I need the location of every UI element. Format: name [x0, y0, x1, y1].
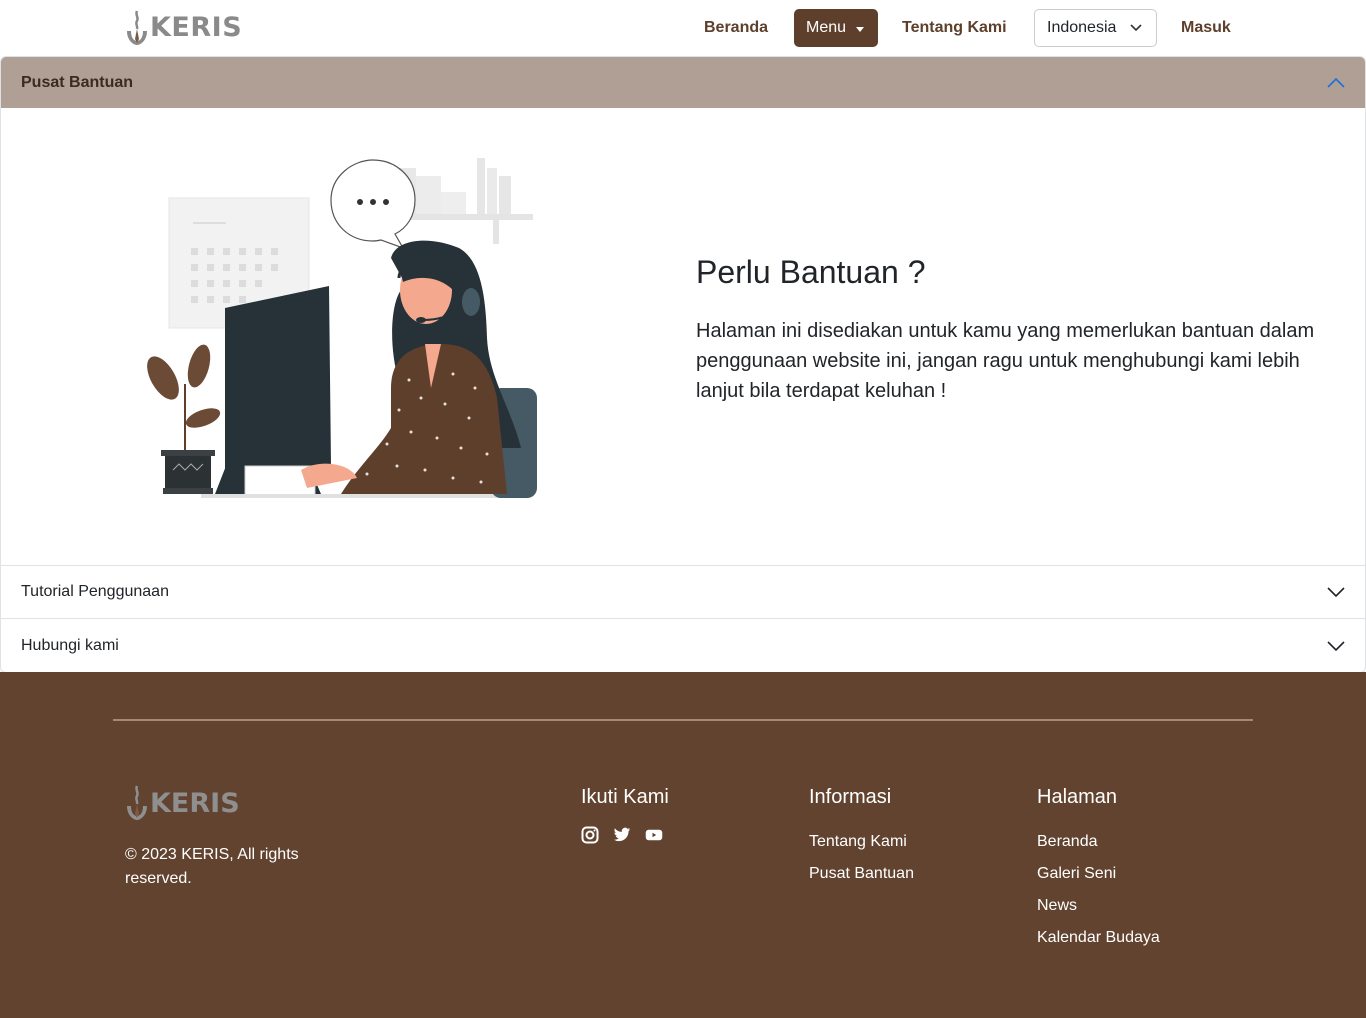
instagram-icon[interactable] — [581, 826, 599, 844]
accordion-title: Pusat Bantuan — [21, 73, 134, 91]
keris-logo-icon — [127, 785, 147, 820]
customer-support-illustration — [147, 158, 537, 498]
logo[interactable]: KERIS — [124, 8, 242, 48]
chevron-down-icon — [1327, 640, 1345, 651]
caret-down-icon — [856, 26, 865, 32]
accordion-body-help-center: Perlu Bantuan ? Halaman ini disediakan u… — [1, 108, 1365, 566]
accordion-title: Hubungi kami — [21, 636, 119, 654]
footer-logo[interactable]: KERIS — [124, 784, 240, 822]
footer-link-home[interactable]: Beranda — [1037, 826, 1160, 858]
footer: KERIS © 2023 KERIS, All rights reserved.… — [0, 672, 1366, 1018]
info-title: Informasi — [809, 786, 892, 808]
language-value: Indonesia — [1047, 19, 1117, 36]
footer-divider — [113, 719, 1253, 721]
social-title: Ikuti Kami — [581, 786, 669, 808]
twitter-icon[interactable] — [613, 826, 631, 844]
chevron-down-icon — [1130, 24, 1142, 32]
help-heading: Perlu Bantuan ? — [696, 254, 926, 290]
copyright-text: © 2023 KERIS, All rights reserved. — [125, 846, 299, 887]
accordion-header-tutorial[interactable]: Tutorial Penggunaan — [1, 566, 1365, 619]
footer-logo-text: KERIS — [150, 787, 240, 819]
footer-link-gallery[interactable]: Galeri Seni — [1037, 858, 1160, 890]
accordion-title: Tutorial Penggunaan — [21, 583, 169, 600]
keris-logo-icon — [127, 10, 147, 45]
nav-login-link[interactable]: Masuk — [1181, 17, 1231, 39]
help-description: Halaman ini disediakan untuk kamu yang m… — [696, 320, 1315, 402]
youtube-icon[interactable] — [645, 826, 663, 844]
footer-link-about[interactable]: Tentang Kami — [809, 826, 914, 858]
footer-link-culture-calendar[interactable]: Kalendar Budaya — [1037, 922, 1160, 954]
help-accordion: Pusat Bantuan Perlu Bantuan ? Halaman in… — [0, 56, 1366, 673]
pages-title: Halaman — [1037, 786, 1118, 808]
nav-home-link[interactable]: Beranda — [704, 17, 768, 39]
logo-text: KERIS — [150, 12, 243, 43]
footer-link-news[interactable]: News — [1037, 890, 1160, 922]
footer-link-help-center[interactable]: Pusat Bantuan — [809, 858, 914, 890]
menu-dropdown-button[interactable]: Menu — [794, 9, 878, 47]
footer-social-column: Ikuti Kami — [581, 786, 669, 844]
nav-about-link[interactable]: Tentang Kami — [902, 17, 1007, 39]
chevron-up-icon — [1327, 77, 1345, 88]
navbar: KERIS Beranda Menu Tentang Kami Indonesi… — [0, 0, 1366, 56]
footer-pages-column: Halaman Beranda Galeri Seni News Kalenda… — [1037, 786, 1160, 954]
menu-label: Menu — [806, 19, 847, 36]
language-select[interactable]: Indonesia — [1034, 9, 1157, 47]
accordion-header-contact[interactable]: Hubungi kami — [1, 619, 1365, 672]
footer-info-column: Informasi Tentang Kami Pusat Bantuan — [809, 786, 914, 890]
accordion-header-help-center[interactable]: Pusat Bantuan — [1, 57, 1365, 108]
chevron-down-icon — [1327, 587, 1345, 598]
social-links — [581, 826, 669, 844]
